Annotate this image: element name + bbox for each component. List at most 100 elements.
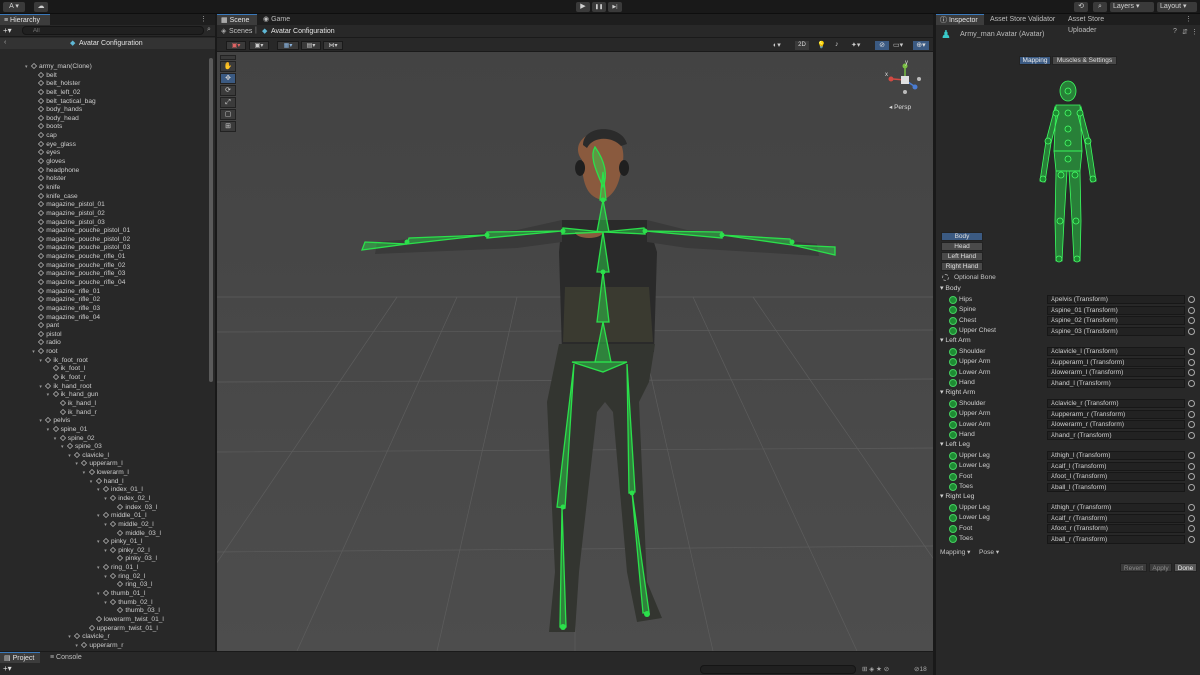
bone-transform-field[interactable]: ⅄lowerarm_l (Transform) xyxy=(1047,368,1185,378)
hierarchy-item[interactable]: ▾ lowerarm_l xyxy=(83,469,129,478)
draw-mode-icon[interactable]: ◐▾ xyxy=(773,41,787,50)
bone-transform-field[interactable]: ⅄upperarm_r (Transform) xyxy=(1047,409,1185,419)
hand-tool-icon[interactable]: ✋ xyxy=(220,61,236,72)
hierarchy-item[interactable]: ▾ middle_01_l xyxy=(97,512,147,521)
object-picker-icon[interactable] xyxy=(1188,296,1195,304)
mapping-menu[interactable]: Mapping ▾ xyxy=(940,548,970,556)
expand-arrow-icon[interactable]: ▾ xyxy=(97,590,103,599)
hierarchy-item[interactable]: upperarm_twist_01_l xyxy=(83,624,158,634)
hierarchy-item[interactable]: radio xyxy=(32,339,61,348)
tab-mapping[interactable]: Mapping xyxy=(1019,56,1051,65)
hierarchy-item[interactable]: body_head xyxy=(32,114,79,124)
layout-dropdown[interactable]: Layout ▾ xyxy=(1157,2,1197,12)
hierarchy-item[interactable]: cap xyxy=(32,132,57,141)
hierarchy-item[interactable]: ▾ hand_l xyxy=(90,477,124,487)
part-button-head[interactable]: Head xyxy=(941,242,983,251)
bone-transform-field[interactable]: ⅄clavicle_r (Transform) xyxy=(1047,399,1185,409)
done-button[interactable]: Done xyxy=(1174,563,1197,572)
lighting-icon[interactable]: 💡 xyxy=(817,41,826,49)
hierarchy-item[interactable]: eye_glass xyxy=(32,140,76,150)
apply-button[interactable]: Apply xyxy=(1149,563,1172,572)
object-picker-icon[interactable] xyxy=(1188,327,1195,335)
expand-arrow-icon[interactable]: ▾ xyxy=(97,538,103,547)
persp-label[interactable]: ◂ Persp xyxy=(889,103,911,111)
expand-arrow-icon[interactable]: ▾ xyxy=(104,521,110,530)
hierarchy-item[interactable]: magazine_rifle_04 xyxy=(32,313,100,323)
object-picker-icon[interactable] xyxy=(1188,317,1195,325)
bone-transform-field[interactable]: ⅄spine_03 (Transform) xyxy=(1047,326,1185,336)
hierarchy-item[interactable]: ▾ index_02_l xyxy=(104,494,150,504)
bone-transform-field[interactable]: ⅄upperarm_l (Transform) xyxy=(1047,357,1185,367)
hierarchy-item[interactable]: belt xyxy=(32,71,57,81)
pivot-button[interactable]: ▣▾ xyxy=(249,41,269,50)
transform-tool-icon[interactable]: ⊞ xyxy=(220,121,236,132)
bone-section-header[interactable]: ▾ Right Leg xyxy=(940,492,974,500)
object-picker-icon[interactable] xyxy=(1188,410,1195,418)
expand-arrow-icon[interactable]: ▾ xyxy=(104,599,110,608)
expand-arrow-icon[interactable]: ▾ xyxy=(39,383,45,392)
expand-arrow-icon[interactable]: ▾ xyxy=(68,633,74,642)
part-button-left-hand[interactable]: Left Hand xyxy=(941,252,983,261)
expand-arrow-icon[interactable]: ▾ xyxy=(47,426,53,435)
hierarchy-item[interactable]: ▾ ik_hand_gun xyxy=(47,391,98,400)
expand-arrow-icon[interactable]: ▾ xyxy=(97,564,103,573)
account-button[interactable]: A ▾ xyxy=(3,2,25,12)
hierarchy-item[interactable]: boots xyxy=(32,123,62,132)
bone-transform-field[interactable]: ⅄calf_r (Transform) xyxy=(1047,513,1185,523)
gizmos-icon[interactable]: ⊕▾ xyxy=(913,41,929,50)
hierarchy-item[interactable]: thumb_03_l xyxy=(111,607,160,616)
expand-arrow-icon[interactable]: ▾ xyxy=(83,469,89,478)
tab-inspector[interactable]: ⓘ Inspector xyxy=(936,14,984,25)
hierarchy-item[interactable]: ▾ pinky_02_l xyxy=(104,546,150,556)
object-picker-icon[interactable] xyxy=(1188,504,1195,512)
tab-game[interactable]: ◉ Game xyxy=(259,14,295,25)
hierarchy-item[interactable]: holster xyxy=(32,175,66,184)
expand-arrow-icon[interactable]: ▾ xyxy=(97,486,103,495)
expand-arrow-icon[interactable]: ▾ xyxy=(104,547,110,556)
bone-transform-field[interactable]: ⅄thigh_r (Transform) xyxy=(1047,503,1185,513)
audio-icon[interactable]: ♪ xyxy=(835,41,839,48)
hierarchy-item[interactable]: pant xyxy=(32,322,59,331)
hierarchy-item[interactable]: ▾ thumb_01_l xyxy=(97,589,145,599)
tool-handle-button[interactable]: ▣▾ xyxy=(226,41,246,50)
expand-arrow-icon[interactable]: ▾ xyxy=(104,573,110,582)
scene-viewport[interactable]: y x ◂ Persp ✋ ✥ ⟳ ⤢ ▢ ⊞ xyxy=(217,52,933,651)
object-picker-icon[interactable] xyxy=(1188,483,1195,491)
bone-transform-field[interactable]: ⅄thigh_l (Transform) xyxy=(1047,451,1185,461)
revert-button[interactable]: Revert xyxy=(1120,563,1147,572)
pause-button[interactable]: ❚❚ xyxy=(592,2,606,12)
hierarchy-item[interactable]: knife xyxy=(32,183,60,193)
bone-section-header[interactable]: ▾ Body xyxy=(940,284,961,292)
bone-transform-field[interactable]: ⅄calf_l (Transform) xyxy=(1047,461,1185,471)
hierarchy-item[interactable]: magazine_rifle_01 xyxy=(32,287,100,297)
hierarchy-item[interactable]: magazine_pouche_rifle_02 xyxy=(32,261,125,271)
grid-snap-button[interactable]: ▦▾ xyxy=(277,41,299,50)
part-button-body[interactable]: Body xyxy=(941,232,983,241)
expand-arrow-icon[interactable]: ▾ xyxy=(39,357,45,366)
object-picker-icon[interactable] xyxy=(1188,535,1195,543)
hierarchy-item[interactable]: ▾ spine_01 xyxy=(47,425,87,435)
hierarchy-item[interactable]: magazine_rifle_02 xyxy=(32,296,100,305)
hierarchy-item[interactable]: ▾ thumb_02_l xyxy=(104,598,153,608)
breadcrumb-avatar-config[interactable]: Avatar Configuration xyxy=(271,28,335,35)
tab-muscles-settings[interactable]: Muscles & Settings xyxy=(1052,56,1117,65)
tools-handle[interactable] xyxy=(220,55,236,60)
hierarchy-item[interactable]: ik_hand_r xyxy=(54,408,97,418)
bone-section-header[interactable]: ▾ Left Leg xyxy=(940,440,970,448)
rect-tool-icon[interactable]: ▢ xyxy=(220,109,236,120)
hierarchy-item[interactable]: belt_left_02 xyxy=(32,88,80,98)
object-picker-icon[interactable] xyxy=(1188,369,1195,377)
expand-arrow-icon[interactable]: ▾ xyxy=(54,435,60,444)
hierarchy-item[interactable]: ▾ upperarm_l xyxy=(75,460,123,469)
hierarchy-item[interactable]: ▾ pinky_01_l xyxy=(97,538,143,547)
hierarchy-item[interactable]: knife_case xyxy=(32,192,78,202)
bone-transform-field[interactable]: ⅄foot_l (Transform) xyxy=(1047,472,1185,482)
hierarchy-item[interactable]: magazine_pistol_01 xyxy=(32,201,105,210)
hierarchy-item[interactable]: magazine_pouche_rifle_03 xyxy=(32,270,125,279)
add-icon[interactable]: +▾ xyxy=(3,664,12,673)
toggle-2d-button[interactable]: 2D xyxy=(795,41,809,50)
bone-transform-field[interactable]: ⅄spine_01 (Transform) xyxy=(1047,305,1185,315)
bone-transform-field[interactable]: ⅄clavicle_l (Transform) xyxy=(1047,347,1185,357)
bone-transform-field[interactable]: ⅄spine_02 (Transform) xyxy=(1047,316,1185,326)
bone-section-header[interactable]: ▾ Right Arm xyxy=(940,388,975,396)
